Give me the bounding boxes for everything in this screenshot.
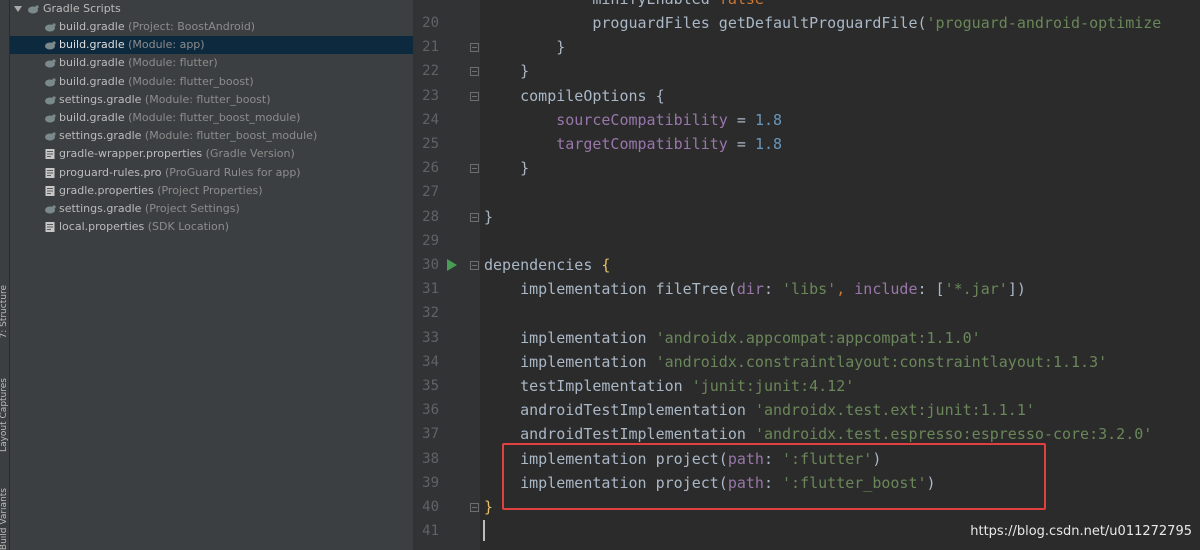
line-number: 21 — [422, 39, 439, 56]
fold-marker-icon[interactable] — [470, 503, 479, 512]
tree-item-label: settings.gradle (Project Settings) — [59, 202, 240, 215]
line-number: 40 — [422, 499, 439, 515]
tree-item-label: build.gradle (Module: flutter) — [59, 56, 218, 70]
tree-item-label: settings.gradle (Module: flutter_boost_m… — [59, 129, 318, 143]
tree-item[interactable]: build.gradle (Module: flutter_boost_modu… — [10, 109, 413, 127]
tree-item[interactable]: proguard-rules.pro (ProGuard Rules for a… — [10, 164, 413, 182]
fold-marker-icon[interactable] — [470, 91, 479, 101]
editor-gutter: 20 21 22 23 24 25 26 27 28 29 30 31 32 33 34 35 36 37 38 39… — [415, 0, 498, 550]
properties-icon — [45, 185, 55, 196]
line-number: 34 — [422, 353, 439, 370]
tree-item[interactable]: settings.gradle (Module: flutter_boost_m… — [10, 127, 413, 145]
line-number: 36 — [422, 402, 439, 419]
tree-item[interactable]: build.gradle (Module: app) — [10, 36, 413, 55]
code-line[interactable]: } — [484, 205, 493, 229]
code-line[interactable]: sourceCompatibility = 1.8 — [484, 108, 782, 132]
code-line[interactable]: } — [484, 495, 493, 519]
fold-marker-icon[interactable] — [470, 43, 479, 53]
line-number: 38 — [422, 450, 439, 467]
properties-icon — [45, 149, 55, 160]
tree-item[interactable]: build.gradle (Project: BoostAndroid) — [10, 18, 413, 36]
fold-marker-icon[interactable] — [470, 67, 479, 77]
tree-item[interactable]: settings.gradle (Module: flutter_boost) — [10, 91, 413, 109]
watermark: https://blog.csdn.net/u011272795 — [970, 524, 1192, 539]
line-number: 33 — [422, 329, 439, 346]
tree-item-label: proguard-rules.pro (ProGuard Rules for a… — [59, 165, 301, 179]
line-number: 26 — [422, 160, 439, 177]
line-number: 37 — [422, 426, 439, 443]
tree-item[interactable]: build.gradle (Module: flutter_boost) — [10, 73, 413, 91]
line-number: 23 — [422, 87, 439, 104]
structure-tool-tab[interactable]: 7: Structure — [0, 285, 10, 339]
line-number: 29 — [422, 232, 439, 249]
expand-arrow-icon[interactable] — [12, 3, 24, 15]
line-number: 25 — [422, 136, 439, 152]
tree-item-label: local.properties (SDK Location) — [59, 220, 230, 234]
properties-icon — [45, 222, 55, 233]
fold-marker-icon[interactable] — [470, 212, 479, 222]
gradle-icon — [45, 23, 56, 32]
line-number: 22 — [422, 63, 439, 80]
annotation-highlight-box — [502, 443, 1046, 510]
code-line[interactable]: proguardFiles getDefaultProguardFile('pr… — [484, 11, 1161, 35]
tree-item-label: build.gradle (Module: app) — [59, 38, 205, 52]
tool-window-strip: 7: Structure Layout Captures Build Varia… — [0, 0, 10, 550]
code-line[interactable]: } — [484, 59, 529, 83]
gradle-icon — [45, 59, 56, 68]
gradle-icon — [45, 77, 56, 87]
text-caret — [483, 520, 485, 541]
gradle-icon — [45, 132, 56, 141]
fold-marker-icon[interactable] — [470, 164, 479, 174]
code-line[interactable]: androidTestImplementation 'androidx.test… — [484, 398, 1035, 422]
code-line[interactable]: } — [484, 35, 565, 59]
tree-item-label: gradle.properties (Project Properties) — [59, 183, 263, 197]
line-number: 32 — [422, 305, 439, 322]
line-number: 35 — [422, 378, 439, 394]
code-line-partial: minifyEnabled false — [484, 0, 764, 11]
code-line[interactable]: dependencies { — [484, 253, 610, 277]
layout-captures-tool-tab[interactable]: Layout Captures — [0, 378, 10, 452]
code-line[interactable]: implementation 'androidx.appcompat:appco… — [484, 326, 981, 350]
code-line[interactable]: compileOptions { — [484, 84, 665, 108]
gradle-icon — [45, 96, 56, 105]
tree-item-label: build.gradle (Module: flutter_boost) — [59, 74, 254, 88]
code-line[interactable]: implementation 'androidx.constraintlayou… — [484, 350, 1107, 374]
tree-item[interactable]: local.properties (SDK Location) — [10, 218, 413, 236]
tree-item-label: gradle-wrapper.properties (Gradle Versio… — [59, 147, 295, 161]
tree-item[interactable]: build.gradle (Module: flutter) — [10, 54, 413, 72]
gradle-icon — [28, 5, 39, 14]
line-number: 27 — [422, 184, 439, 201]
run-gutter-icon[interactable] — [446, 258, 458, 272]
line-number: 30 — [422, 257, 439, 273]
tree-item[interactable]: settings.gradle (Project Settings) — [10, 200, 413, 218]
build-variants-tool-tab[interactable]: Build Variants — [0, 488, 10, 550]
gradle-icon — [45, 114, 56, 123]
code-line[interactable]: targetCompatibility = 1.8 — [484, 132, 782, 156]
code-line[interactable]: implementation fileTree(dir: 'libs', inc… — [484, 277, 1026, 301]
gradle-icon — [45, 41, 56, 50]
tree-root-label: Gradle Scripts — [43, 2, 121, 15]
tree-item-label: build.gradle (Project: BoostAndroid) — [59, 20, 256, 33]
properties-icon — [45, 167, 55, 178]
tree-item-label: settings.gradle (Module: flutter_boost) — [59, 92, 271, 106]
gradle-icon — [45, 205, 56, 214]
project-tree-panel: Gradle Scripts build.gradle (Project: Bo… — [10, 0, 413, 550]
line-number: 41 — [422, 523, 439, 540]
tree-item[interactable]: gradle-wrapper.properties (Gradle Versio… — [10, 145, 413, 163]
fold-marker-icon[interactable] — [470, 261, 479, 270]
tree-root-gradle-scripts[interactable]: Gradle Scripts — [10, 0, 413, 18]
line-number: 39 — [422, 474, 439, 491]
code-line[interactable]: testImplementation 'junit:junit:4.12' — [484, 374, 854, 398]
line-number: 20 — [422, 15, 439, 31]
line-number: 28 — [422, 208, 439, 225]
tree-item[interactable]: gradle.properties (Project Properties) — [10, 182, 413, 200]
tree-item-label: build.gradle (Module: flutter_boost_modu… — [59, 111, 301, 124]
code-line[interactable]: } — [484, 156, 529, 180]
line-number: 24 — [422, 111, 439, 128]
line-number: 31 — [422, 281, 439, 298]
